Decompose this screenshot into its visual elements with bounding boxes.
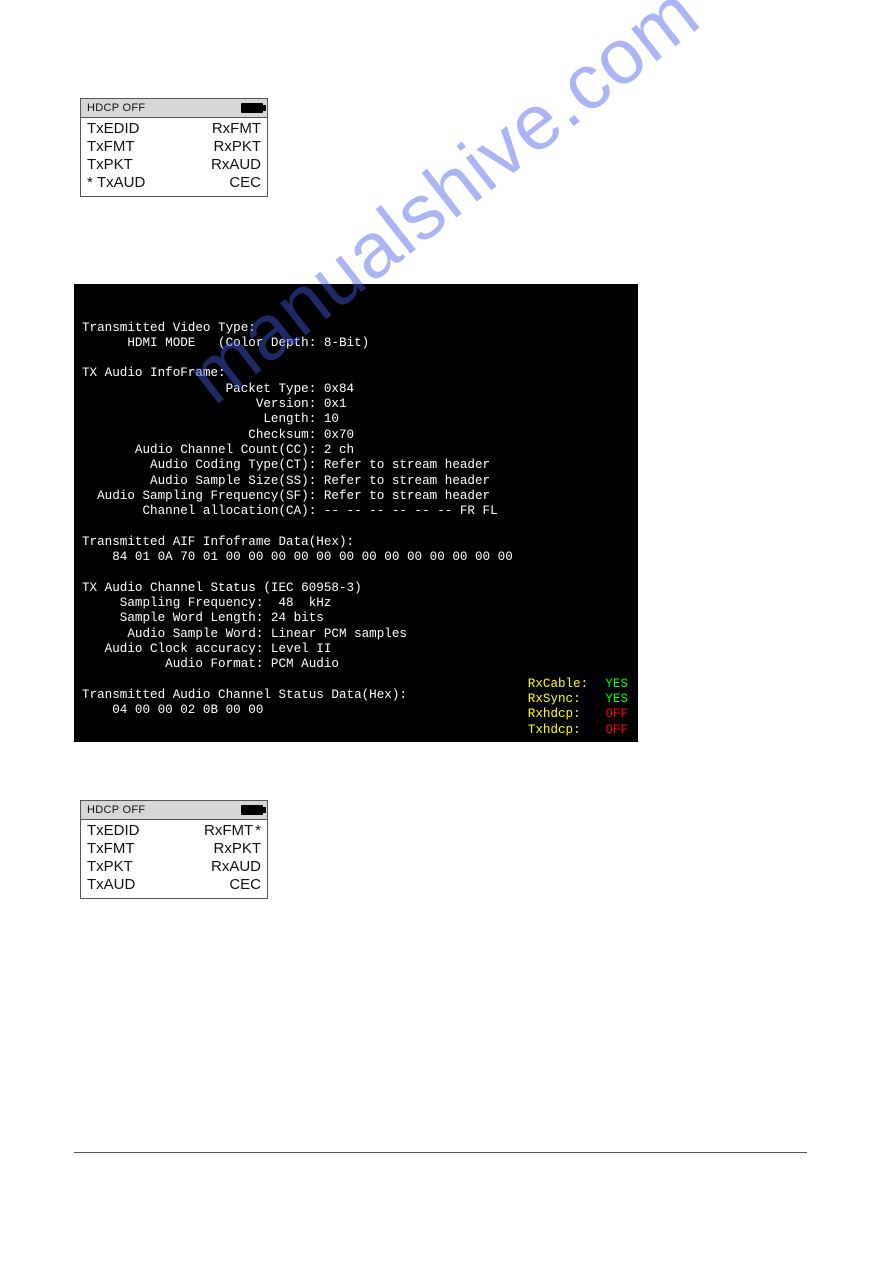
horizontal-rule	[74, 1152, 807, 1153]
menu-item-right[interactable]: RxFMT	[174, 822, 261, 840]
menu-row[interactable]: TxPKTRxAUD	[87, 156, 261, 174]
menu-item-left[interactable]: TxPKT	[87, 156, 174, 174]
hdcp-status: HDCP OFF	[87, 102, 145, 114]
status-value: YES	[598, 677, 628, 692]
menu-item-right[interactable]: RxFMT	[174, 120, 261, 138]
menu-row[interactable]: TxFMTRxPKT	[87, 840, 261, 858]
menu-item-left[interactable]: TxAUD	[87, 174, 179, 192]
battery-icon	[241, 103, 263, 113]
status-value: OFF	[598, 707, 628, 722]
menu-row[interactable]: TxAUDCEC	[87, 174, 261, 192]
menu-item-left[interactable]: TxFMT	[87, 840, 174, 858]
menu-row[interactable]: TxPKTRxAUD	[87, 858, 261, 876]
status-label: RxSync:	[528, 692, 598, 707]
status-label: RxCable:	[528, 677, 598, 692]
menu-item-right[interactable]: RxPKT	[174, 840, 261, 858]
status-line: RxCable: YES	[528, 677, 628, 692]
menu-item-left[interactable]: TxEDID	[87, 120, 174, 138]
menu-item-right[interactable]: RxAUD	[174, 156, 261, 174]
menu-row[interactable]: TxAUDCEC	[87, 876, 261, 894]
status-line: Rxhdcp: OFF	[528, 707, 628, 722]
device-header: HDCP OFF	[81, 99, 267, 118]
status-block: RxCable: YESRxSync: YESRxhdcp: OFFTxhdcp…	[528, 677, 628, 738]
menu-row[interactable]: TxFMTRxPKT	[87, 138, 261, 156]
menu-item-right[interactable]: CEC	[174, 876, 261, 894]
status-label: Rxhdcp:	[528, 707, 598, 722]
menu-item-left[interactable]: TxFMT	[87, 138, 174, 156]
menu-item-left[interactable]: TxAUD	[87, 876, 174, 894]
status-label: Txhdcp:	[528, 723, 598, 738]
menu-item-right[interactable]: RxPKT	[174, 138, 261, 156]
menu-item-left[interactable]: TxEDID	[87, 822, 174, 840]
device-menu-1: TxEDIDRxFMTTxFMTRxPKTTxPKTRxAUDTxAUDCEC	[81, 118, 267, 196]
device-header: HDCP OFF	[81, 801, 267, 820]
terminal-output: Transmitted Video Type: HDMI MODE (Color…	[74, 284, 638, 742]
status-line: RxSync: YES	[528, 692, 628, 707]
menu-item-right[interactable]: RxAUD	[174, 858, 261, 876]
battery-icon	[241, 805, 263, 815]
device-menu-2: TxEDIDRxFMTTxFMTRxPKTTxPKTRxAUDTxAUDCEC	[81, 820, 267, 898]
hdcp-status: HDCP OFF	[87, 804, 145, 816]
status-line: Txhdcp: OFF	[528, 723, 628, 738]
menu-row[interactable]: TxEDIDRxFMT	[87, 120, 261, 138]
terminal-body: Transmitted Video Type: HDMI MODE (Color…	[82, 321, 630, 719]
status-value: OFF	[598, 723, 628, 738]
device-screen-1: HDCP OFF TxEDIDRxFMTTxFMTRxPKTTxPKTRxAUD…	[80, 98, 268, 197]
page: manualshive.com HDCP OFF TxEDIDRxFMTTxFM…	[0, 0, 893, 1263]
device-screen-2: HDCP OFF TxEDIDRxFMTTxFMTRxPKTTxPKTRxAUD…	[80, 800, 268, 899]
status-value: YES	[598, 692, 628, 707]
menu-row[interactable]: TxEDIDRxFMT	[87, 822, 261, 840]
menu-item-left[interactable]: TxPKT	[87, 858, 174, 876]
menu-item-right[interactable]: CEC	[179, 174, 261, 192]
